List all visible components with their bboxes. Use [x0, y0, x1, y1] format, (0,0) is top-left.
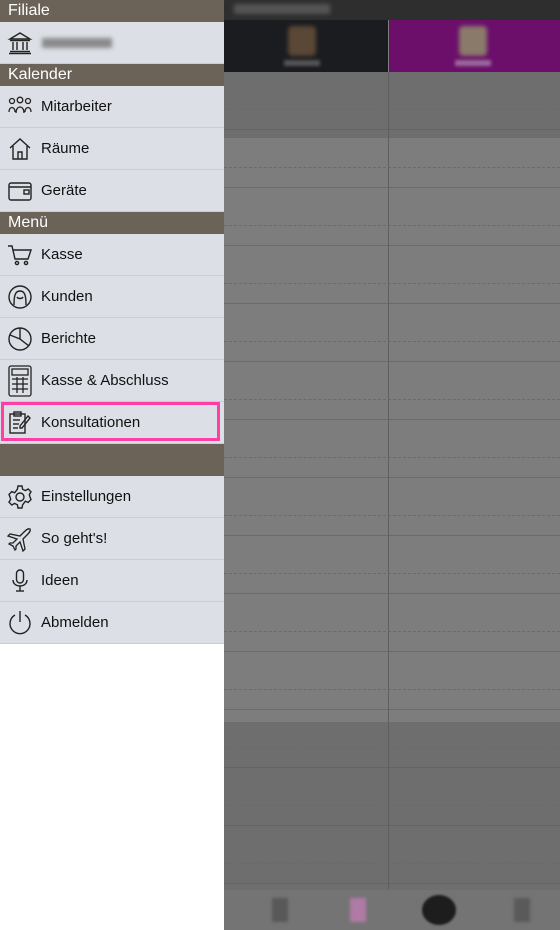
toolbar-icon-blurred[interactable]: [272, 898, 288, 922]
grid-half-hour-line: [224, 457, 560, 458]
bank-building-icon: [7, 30, 33, 56]
clipboard-pen-icon: [7, 410, 33, 436]
grid-half-hour-line: [224, 399, 560, 400]
menu-item-label: Kasse: [41, 246, 83, 263]
house-icon: [7, 136, 33, 162]
menu-item-berichte[interactable]: Berichte: [0, 318, 224, 360]
staff-column-1[interactable]: [224, 20, 388, 72]
calendar-bottom-toolbar: [224, 890, 560, 930]
calendar-time-grid[interactable]: [224, 72, 560, 890]
pie-chart-icon: [7, 326, 33, 352]
device-box-icon: [7, 178, 33, 204]
menu-item-label: Kunden: [41, 288, 93, 305]
avatar: [459, 26, 487, 56]
grid-half-hour-line: [224, 689, 560, 690]
grid-half-hour-line: [224, 109, 560, 110]
menu-item-abmelden[interactable]: Abmelden: [0, 602, 224, 644]
menu-item-label: Mitarbeiter: [41, 98, 112, 115]
staff-name-blurred: [284, 60, 320, 66]
menu-item-label: Konsultationen: [41, 414, 141, 431]
grid-half-hour-line: [224, 515, 560, 516]
grid-half-hour-line: [224, 167, 560, 168]
grid-half-hour-line: [224, 747, 560, 748]
grid-column-divider: [388, 72, 389, 890]
menu-item-kunden[interactable]: Kunden: [0, 276, 224, 318]
branch-selector[interactable]: [0, 22, 224, 64]
menu-item-label: Kasse & Abschluss: [41, 372, 169, 389]
section-header-filiale: Filiale: [0, 0, 224, 22]
staff-column-2[interactable]: [389, 20, 560, 72]
menu-item-kasse[interactable]: Kasse: [0, 234, 224, 276]
menu-item-label: Geräte: [41, 182, 87, 199]
menu-item-label: So geht's!: [41, 530, 108, 547]
shopping-cart-icon: [7, 242, 33, 268]
microphone-icon: [7, 568, 33, 594]
power-icon: [7, 610, 33, 636]
section-header-menu: Menü: [0, 212, 224, 234]
menu-item-label: Räume: [41, 140, 90, 157]
menu-item-label: Einstellungen: [41, 488, 132, 505]
menu-item-label: Ideen: [41, 572, 79, 589]
navigation-drawer: Filiale Kalender Mitarbeiter Räume Gerät…: [0, 0, 224, 930]
menu-item-raeume[interactable]: Räume: [0, 128, 224, 170]
airplane-icon: [7, 526, 33, 552]
toolbar-icon-blurred[interactable]: [422, 895, 456, 925]
menu-item-mitarbeiter[interactable]: Mitarbeiter: [0, 86, 224, 128]
grid-half-hour-line: [224, 805, 560, 806]
section-header-kalender: Kalender: [0, 64, 224, 86]
toolbar-icon-blurred[interactable]: [514, 898, 530, 922]
section-divider: [0, 444, 224, 476]
grid-half-hour-line: [224, 283, 560, 284]
menu-item-kasse-abschluss[interactable]: Kasse & Abschluss: [0, 360, 224, 402]
menu-item-so-gehts[interactable]: So geht's!: [0, 518, 224, 560]
menu-item-label: Berichte: [41, 330, 97, 347]
avatar: [288, 26, 316, 56]
grid-half-hour-line: [224, 863, 560, 864]
menu-item-ideen[interactable]: Ideen: [0, 560, 224, 602]
staff-name-blurred: [455, 60, 491, 66]
menu-item-label: Abmelden: [41, 614, 109, 631]
calculator-icon: [7, 365, 33, 397]
toolbar-icon-blurred[interactable]: [350, 898, 366, 922]
branch-name-blurred: [42, 38, 112, 48]
people-group-icon: [7, 94, 33, 120]
grid-half-hour-line: [224, 341, 560, 342]
menu-item-geraete[interactable]: Geräte: [0, 170, 224, 212]
grid-half-hour-line: [224, 631, 560, 632]
customer-head-icon: [7, 284, 33, 310]
calendar-date-text-blurred: [234, 4, 330, 14]
grid-half-hour-line: [224, 225, 560, 226]
grid-half-hour-line: [224, 573, 560, 574]
gear-icon: [7, 484, 33, 510]
menu-item-einstellungen[interactable]: Einstellungen: [0, 476, 224, 518]
menu-item-konsultationen[interactable]: Konsultationen: [0, 402, 224, 444]
